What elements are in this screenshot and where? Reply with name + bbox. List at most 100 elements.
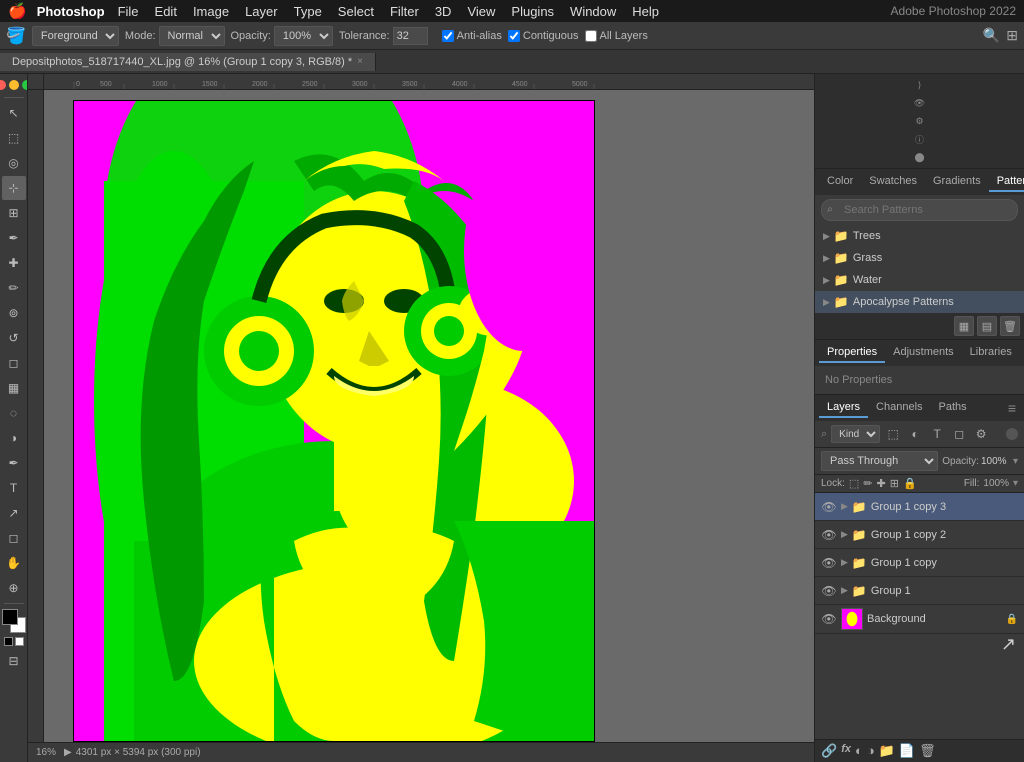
marquee-tool[interactable]: ⬚ [2, 126, 26, 150]
shape-tool[interactable]: ◻ [2, 526, 26, 550]
layers-new-button[interactable]: 📄 [899, 743, 915, 759]
anti-alias-checkbox[interactable] [442, 30, 454, 42]
pattern-group-trees[interactable]: ▶ 📁 Trees [815, 225, 1024, 247]
layer-visibility-background[interactable]: 👁 [821, 611, 837, 627]
tab-close-button[interactable]: × [357, 56, 363, 67]
patterns-delete-button[interactable]: 🗑 [1000, 316, 1020, 336]
patterns-list-view-button[interactable]: ▤ [977, 316, 997, 336]
tab-paths[interactable]: Paths [931, 398, 975, 418]
menu-image[interactable]: Image [186, 3, 236, 20]
workspace-icon[interactable]: ⊞ [1006, 27, 1018, 44]
pen-tool[interactable]: ✒ [2, 451, 26, 475]
layer-expand-group1copy3[interactable]: ▶ [841, 501, 848, 512]
layers-delete-button[interactable]: 🗑 [919, 743, 936, 759]
trees-collapse-arrow[interactable]: ▶ [823, 231, 830, 242]
patterns-grid-view-button[interactable]: ▦ [954, 316, 974, 336]
move-tool[interactable]: ↖ [2, 101, 26, 125]
pattern-group-grass[interactable]: ▶ 📁 Grass [815, 247, 1024, 269]
layer-group1copy[interactable]: 👁 ▶ 📁 Group 1 copy [815, 549, 1024, 577]
layer-visibility-group1copy2[interactable]: 👁 [821, 527, 837, 543]
lasso-tool[interactable]: ◎ [2, 151, 26, 175]
tab-channels[interactable]: Channels [868, 398, 930, 418]
panel-settings-icon[interactable]: ⚙ [913, 114, 927, 128]
tab-layers[interactable]: Layers [819, 398, 868, 418]
layers-link-button[interactable]: 🔗 [821, 743, 837, 759]
layer-expand-group1copy2[interactable]: ▶ [841, 529, 848, 540]
layer-visibility-group1[interactable]: 👁 [821, 583, 837, 599]
menu-view[interactable]: View [460, 3, 502, 20]
panel-info-icon[interactable]: ⓘ [913, 132, 927, 146]
eraser-tool[interactable]: ◻ [2, 351, 26, 375]
tab-color[interactable]: Color [819, 172, 861, 192]
menu-3d[interactable]: 3D [428, 3, 459, 20]
layers-smart-filter-button[interactable]: ⚙ [972, 425, 990, 443]
layer-group1copy2[interactable]: 👁 ▶ 📁 Group 1 copy 2 [815, 521, 1024, 549]
layers-adjustment-button[interactable]: ◑ [867, 743, 875, 759]
panel-eye-icon[interactable]: 👁 [913, 96, 927, 110]
layer-visibility-group1copy3[interactable]: 👁 [821, 499, 837, 515]
tab-libraries[interactable]: Libraries [962, 343, 1020, 363]
fill-dropdown-arrow[interactable]: ▾ [1013, 478, 1018, 489]
tab-patterns[interactable]: Patterns [989, 172, 1024, 192]
tab-gradients[interactable]: Gradients [925, 172, 989, 192]
layer-group1[interactable]: 👁 ▶ 📁 Group 1 [815, 577, 1024, 605]
menu-layer[interactable]: Layer [238, 3, 285, 20]
layers-panel-menu-button[interactable]: ≡ [1004, 400, 1020, 416]
crop-tool[interactable]: ⊞ [2, 201, 26, 225]
mode-select[interactable]: Normal [159, 26, 225, 46]
eyedropper-tool[interactable]: ✒ [2, 226, 26, 250]
pattern-group-apocalypse[interactable]: ▶ 📁 Apocalypse Patterns [815, 291, 1024, 313]
tolerance-input[interactable] [393, 27, 428, 45]
menu-filter[interactable]: Filter [383, 3, 426, 20]
layer-group1copy3[interactable]: 👁 ▶ 📁 Group 1 copy 3 [815, 493, 1024, 521]
opacity-dropdown-arrow[interactable]: ▾ [1013, 456, 1018, 467]
lock-position-button[interactable]: ✚ [877, 477, 886, 490]
menu-file[interactable]: File [111, 3, 146, 20]
dodge-tool[interactable]: ◑ [2, 426, 26, 450]
layers-mask-button[interactable]: ◐ [855, 743, 863, 759]
properties-panel-menu-button[interactable]: ≡ [1020, 345, 1024, 361]
lock-pixels-button[interactable]: ✏ [863, 477, 872, 490]
menu-window[interactable]: Window [563, 3, 623, 20]
contiguous-checkbox[interactable] [508, 30, 520, 42]
type-tool[interactable]: T [2, 476, 26, 500]
layers-filter-toggle[interactable] [1006, 428, 1018, 440]
apple-menu[interactable]: 🍎 [8, 2, 27, 20]
quick-mask-btn[interactable] [4, 637, 13, 646]
layers-group-button[interactable]: 📁 [879, 743, 895, 759]
panel-mask-icon[interactable]: ⬤ [913, 150, 927, 164]
foreground-color-swatch[interactable] [2, 609, 18, 625]
grass-collapse-arrow[interactable]: ▶ [823, 253, 830, 264]
gradient-tool[interactable]: ▦ [2, 376, 26, 400]
menu-plugins[interactable]: Plugins [504, 3, 561, 20]
canvas-area[interactable]: 0 500 1000 1500 2000 2500 3000 [28, 74, 814, 762]
tab-properties[interactable]: Properties [819, 343, 885, 363]
layers-shape-filter-button[interactable]: ◻ [950, 425, 968, 443]
hand-tool[interactable]: ✋ [2, 551, 26, 575]
tab-swatches[interactable]: Swatches [861, 172, 925, 192]
search-icon[interactable]: 🔍 [983, 27, 1000, 44]
menu-type[interactable]: Type [287, 3, 329, 20]
standard-screen-btn[interactable] [15, 637, 24, 646]
lock-transparency-button[interactable]: ⬚ [849, 477, 859, 490]
blend-mode-select[interactable]: Pass Through [821, 451, 938, 471]
screen-mode-button[interactable]: ⊟ [2, 649, 26, 673]
lock-artboard-button[interactable]: ⊞ [890, 477, 899, 490]
minimize-window-button[interactable] [9, 80, 19, 90]
close-window-button[interactable] [0, 80, 6, 90]
blur-tool[interactable]: ◌ [2, 401, 26, 425]
path-select-tool[interactable]: ↗ [2, 501, 26, 525]
layer-expand-group1copy[interactable]: ▶ [841, 557, 848, 568]
water-collapse-arrow[interactable]: ▶ [823, 275, 830, 286]
layer-visibility-group1copy[interactable]: 👁 [821, 555, 837, 571]
layers-adjustment-filter-button[interactable]: ◐ [906, 425, 924, 443]
brush-tool[interactable]: ✏ [2, 276, 26, 300]
zoom-tool[interactable]: ⊕ [2, 576, 26, 600]
layers-type-filter-button[interactable]: T [928, 425, 946, 443]
healing-tool[interactable]: ✚ [2, 251, 26, 275]
color-swatches[interactable] [2, 609, 26, 633]
pattern-group-water[interactable]: ▶ 📁 Water [815, 269, 1024, 291]
patterns-search-input[interactable] [821, 199, 1018, 221]
canvas-viewport[interactable] [44, 90, 814, 742]
layer-expand-group1[interactable]: ▶ [841, 585, 848, 596]
